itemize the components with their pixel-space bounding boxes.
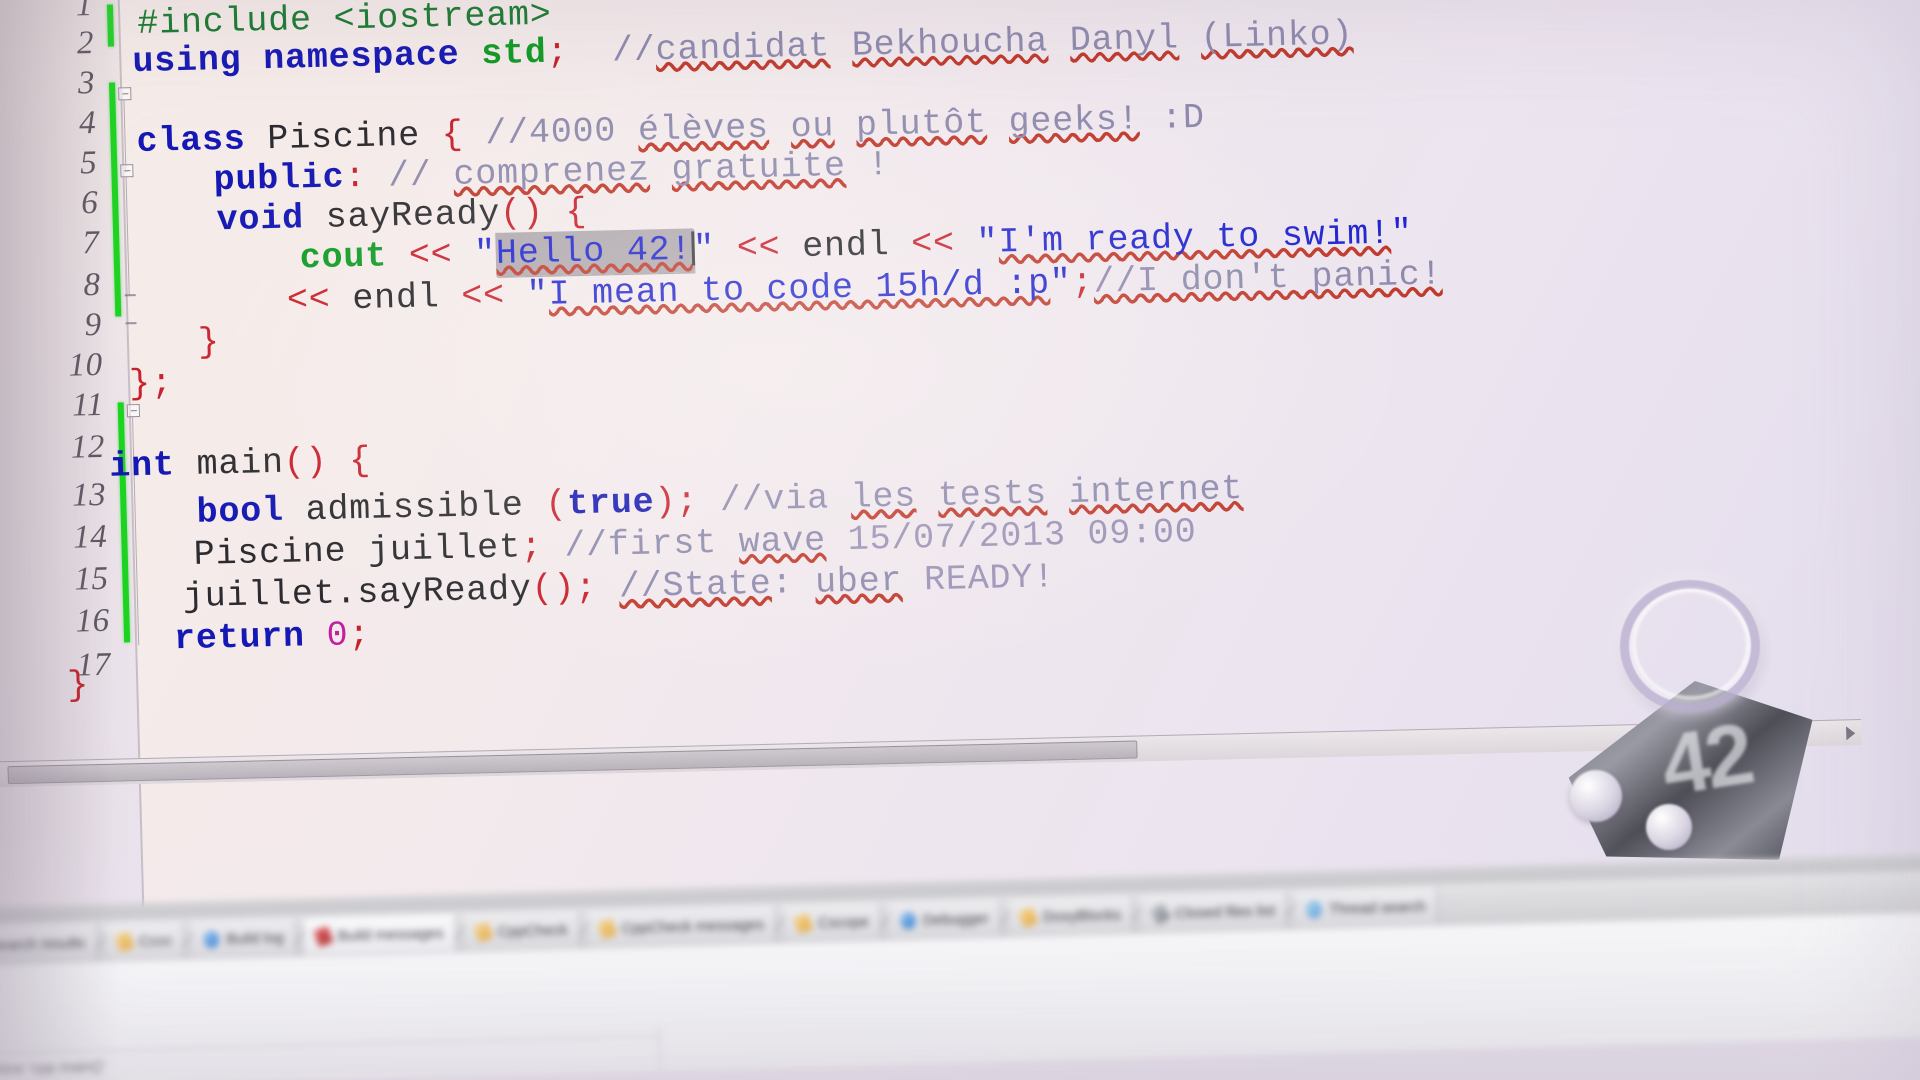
panel-column-separator [658,1025,661,1072]
panel-tab[interactable]: Cccc [105,921,185,960]
bead [1570,770,1622,822]
panel-tab[interactable]: CppCheck [464,911,581,951]
panel-tab-label: Search results [0,934,86,954]
tab-separator-icon [1286,902,1297,918]
panel-tab-label: DoxyBlocks [1042,906,1122,926]
panel-tab-label: Debugger [922,909,989,929]
panel-tab[interactable]: Thread search [1295,887,1439,928]
fob-label: 42 [1655,705,1757,815]
tab-separator-icon [880,913,891,929]
panel-column-divider [0,1035,660,1055]
panel-tab[interactable]: Build log [192,918,297,958]
scrollbar-thumb[interactable] [7,740,1138,785]
tab-separator-icon [184,932,194,947]
panel-tab[interactable]: DoxyBlocks [1009,896,1134,936]
ring-highlight [1632,588,1750,700]
hammer-icon [313,925,334,947]
globe-icon [900,911,917,929]
panel-tab[interactable]: Search results [0,924,98,965]
panel-tab-active[interactable]: Build messages [304,914,457,955]
tab-separator-icon [775,916,786,931]
wrench-icon [1149,902,1172,925]
pencil-icon [114,930,135,953]
panel-tab[interactable]: Closed files list [1141,892,1288,932]
tab-separator-icon [455,925,465,940]
pencil-icon [597,917,617,939]
keyring-object: 42 [1482,574,1812,874]
tab-separator-icon [1132,906,1143,922]
pencil-icon [1018,906,1039,928]
panel-tab-label: Thread search [1328,897,1426,918]
panel-tab-label: Cccc [138,931,173,950]
panel-tab-label: CppCheck messages [621,915,765,937]
panel-tab-label: Build log [225,928,284,948]
line-content: } [67,665,90,705]
scroll-right-arrow[interactable] [1846,726,1856,741]
panel-body-row: machine 'cpp main()' [0,1058,106,1079]
token-brace-close: } [66,665,90,706]
tab-separator-icon [579,921,589,937]
panel-tab-label: Cscope [817,912,870,932]
bead [1646,804,1692,850]
panel-tab-label: Build messages [337,924,444,945]
tab-separator-icon [1000,910,1010,925]
panel-tab-label: CppCheck [497,921,568,940]
tab-separator-icon [96,935,107,950]
panel-tab[interactable]: Debugger [889,899,1002,939]
pencil-icon [793,912,814,934]
panel-tab[interactable]: Cscope [784,903,882,942]
tab-separator-icon [295,929,305,944]
photo-scene: 1 #include <iostream> 2 using namespace … [0,0,1920,1080]
line-number: 17 [76,646,112,684]
globe-icon [204,930,220,948]
search-icon [1306,900,1323,918]
panel-tab-label: Closed files list [1174,901,1276,922]
pencil-icon [473,921,493,943]
panel-tab[interactable]: CppCheck messages [588,905,777,947]
